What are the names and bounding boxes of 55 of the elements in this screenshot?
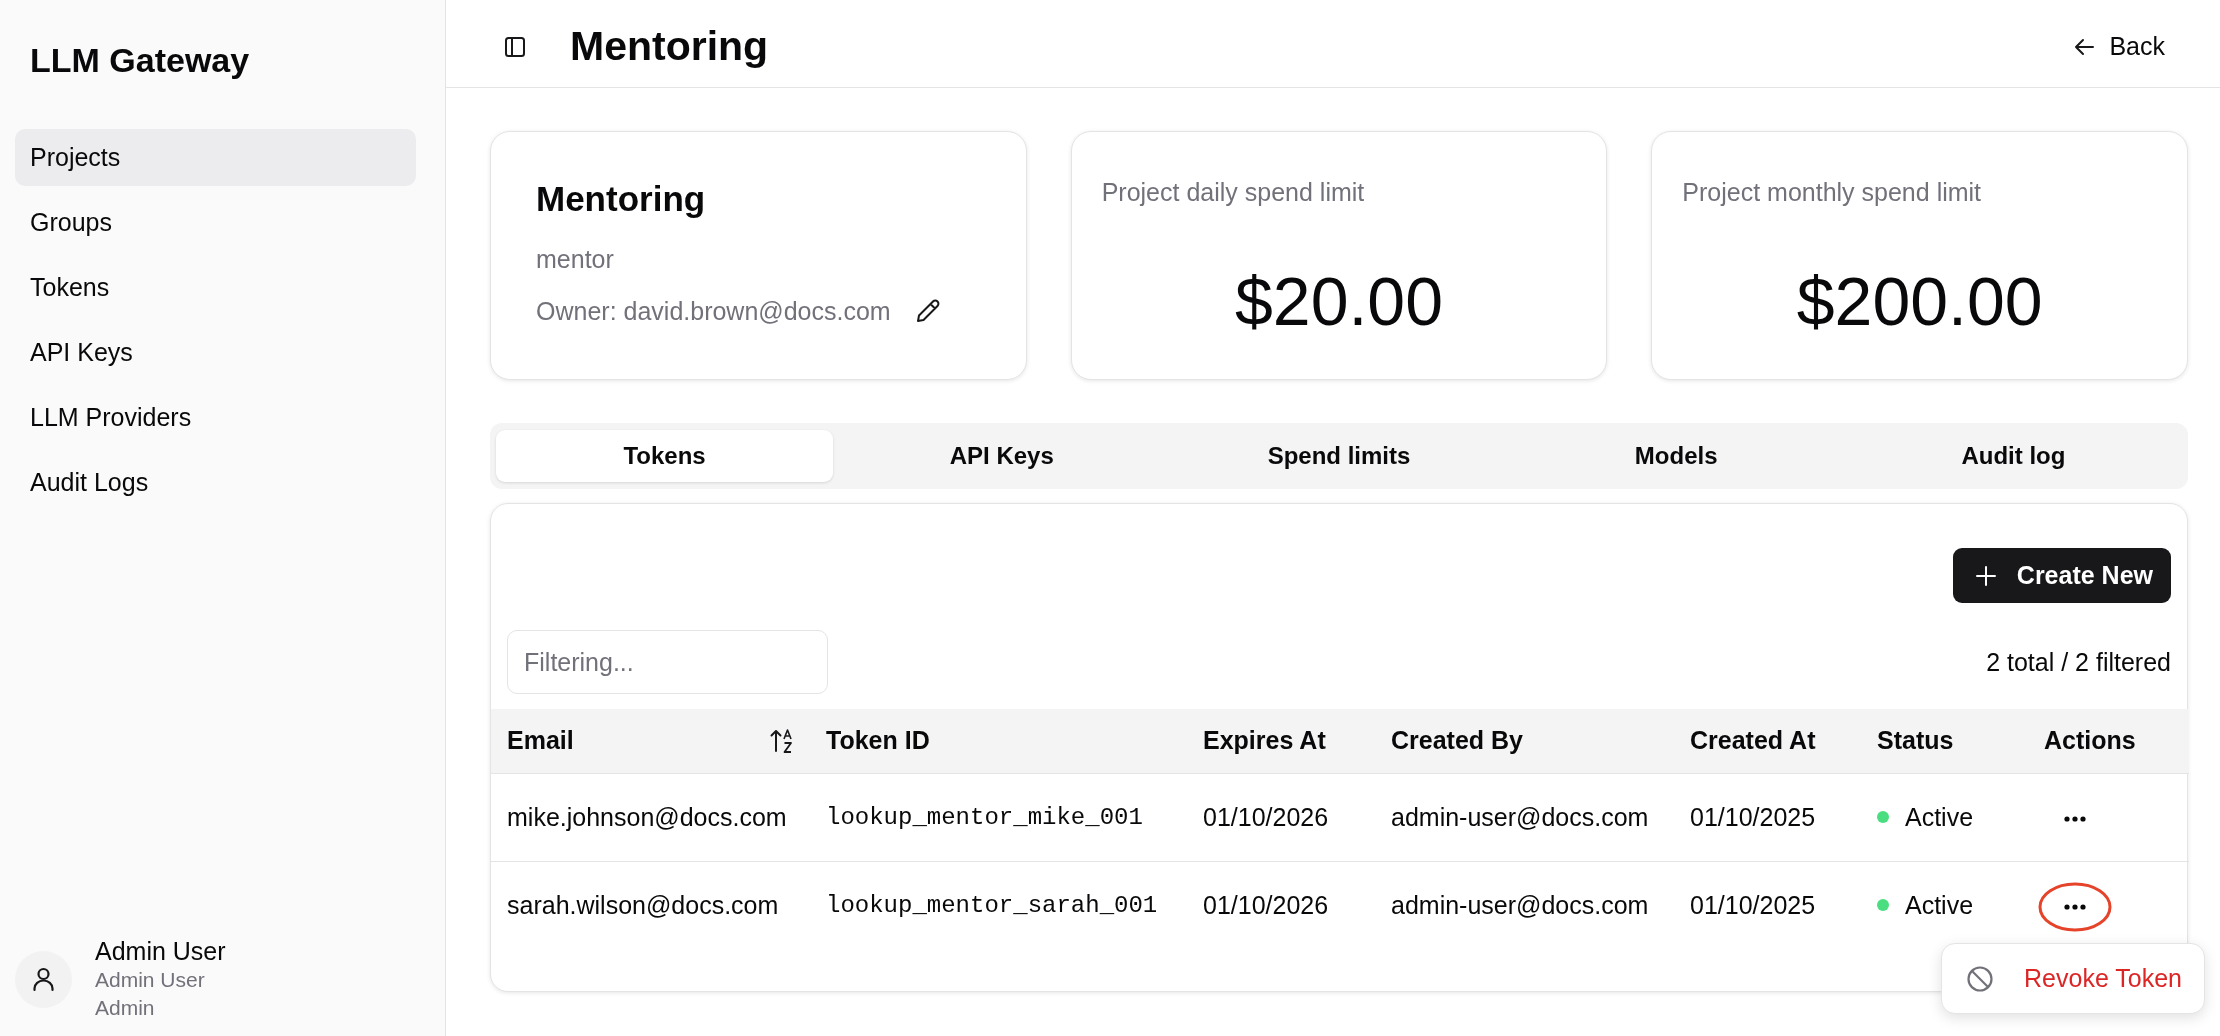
creator-email-cell: admin-user@docs.com	[1375, 861, 1674, 949]
project-owner: Owner: david.brown@docs.com	[536, 296, 891, 326]
spend-limit-value: $20.00	[1235, 262, 1443, 341]
user-avatar-icon	[15, 950, 72, 1008]
ban-icon	[1966, 964, 1994, 993]
project-slug: mentor	[536, 244, 614, 274]
ellipsis-icon	[2064, 815, 2086, 822]
menu-item[interactable]: Revoke Token	[1962, 964, 2186, 993]
page-title: Mentoring	[570, 22, 769, 70]
column-header: Created At	[1674, 709, 1861, 773]
created-date-cell: 01/10/2025	[1674, 861, 1861, 949]
plus-icon	[1974, 564, 1997, 587]
tab[interactable]: Audit log	[1844, 430, 2182, 482]
column-header: Expires At	[1187, 709, 1375, 773]
column-header: Created By	[1375, 709, 1674, 773]
sidebar-item[interactable]: Groups	[15, 194, 416, 251]
token-id-cell: lookup_mentor_mike_001	[810, 773, 1187, 861]
expiry-date-cell: 01/10/2026	[1187, 861, 1375, 949]
filter-field[interactable]: Filtering...	[507, 630, 828, 694]
column-header: Status	[1861, 709, 2028, 773]
spend-limit-label: Project monthly spend limit	[1682, 177, 1982, 207]
spend-limit-value: $200.00	[1796, 262, 2043, 341]
result-count: 2 total / 2 filtered	[1986, 647, 2171, 677]
sidebar-item[interactable]: Audit Logs	[15, 454, 416, 511]
email-cell: mike.johnson@docs.com	[491, 773, 810, 861]
user-role: Admin	[95, 995, 155, 1021]
column-header: Actions	[2028, 709, 2189, 773]
email-cell: sarah.wilson@docs.com	[491, 861, 810, 949]
back-button[interactable]: Back	[2073, 26, 2165, 67]
token-id-cell: lookup_mentor_sarah_001	[810, 861, 1187, 949]
tab[interactable]: Models	[1507, 430, 1845, 482]
create-new-button[interactable]: Create New	[1952, 548, 2171, 603]
sidebar-item[interactable]: Tokens	[15, 259, 416, 316]
ellipsis-icon	[2064, 903, 2086, 910]
user-subtitle: Admin User	[95, 967, 205, 993]
creator-email-cell: admin-user@docs.com	[1375, 773, 1674, 861]
column-header: Token ID	[810, 709, 1187, 773]
sidebar-item[interactable]: LLM Providers	[15, 389, 416, 446]
status-label: Active	[1905, 890, 1974, 920]
spend-limit-label: Project daily spend limit	[1101, 177, 1365, 207]
app-title: LLM Gateway	[30, 40, 250, 80]
tab[interactable]: API Keys	[833, 430, 1171, 482]
sidebar-item[interactable]: API Keys	[15, 324, 416, 381]
tab[interactable]: Tokens	[496, 430, 834, 482]
sort-icon[interactable]	[770, 727, 794, 754]
sidebar-toggle-icon[interactable]	[503, 34, 527, 59]
sidebar-item[interactable]: Projects	[15, 129, 416, 186]
user-name: Admin User	[95, 936, 226, 966]
project-name: Mentoring	[536, 178, 706, 220]
status-label: Active	[1905, 802, 1974, 832]
tab[interactable]: Spend limits	[1170, 430, 1508, 482]
pencil-icon[interactable]	[914, 298, 941, 324]
column-header: Email	[507, 726, 574, 756]
created-date-cell: 01/10/2025	[1674, 773, 1861, 861]
expiry-date-cell: 01/10/2026	[1187, 773, 1375, 861]
